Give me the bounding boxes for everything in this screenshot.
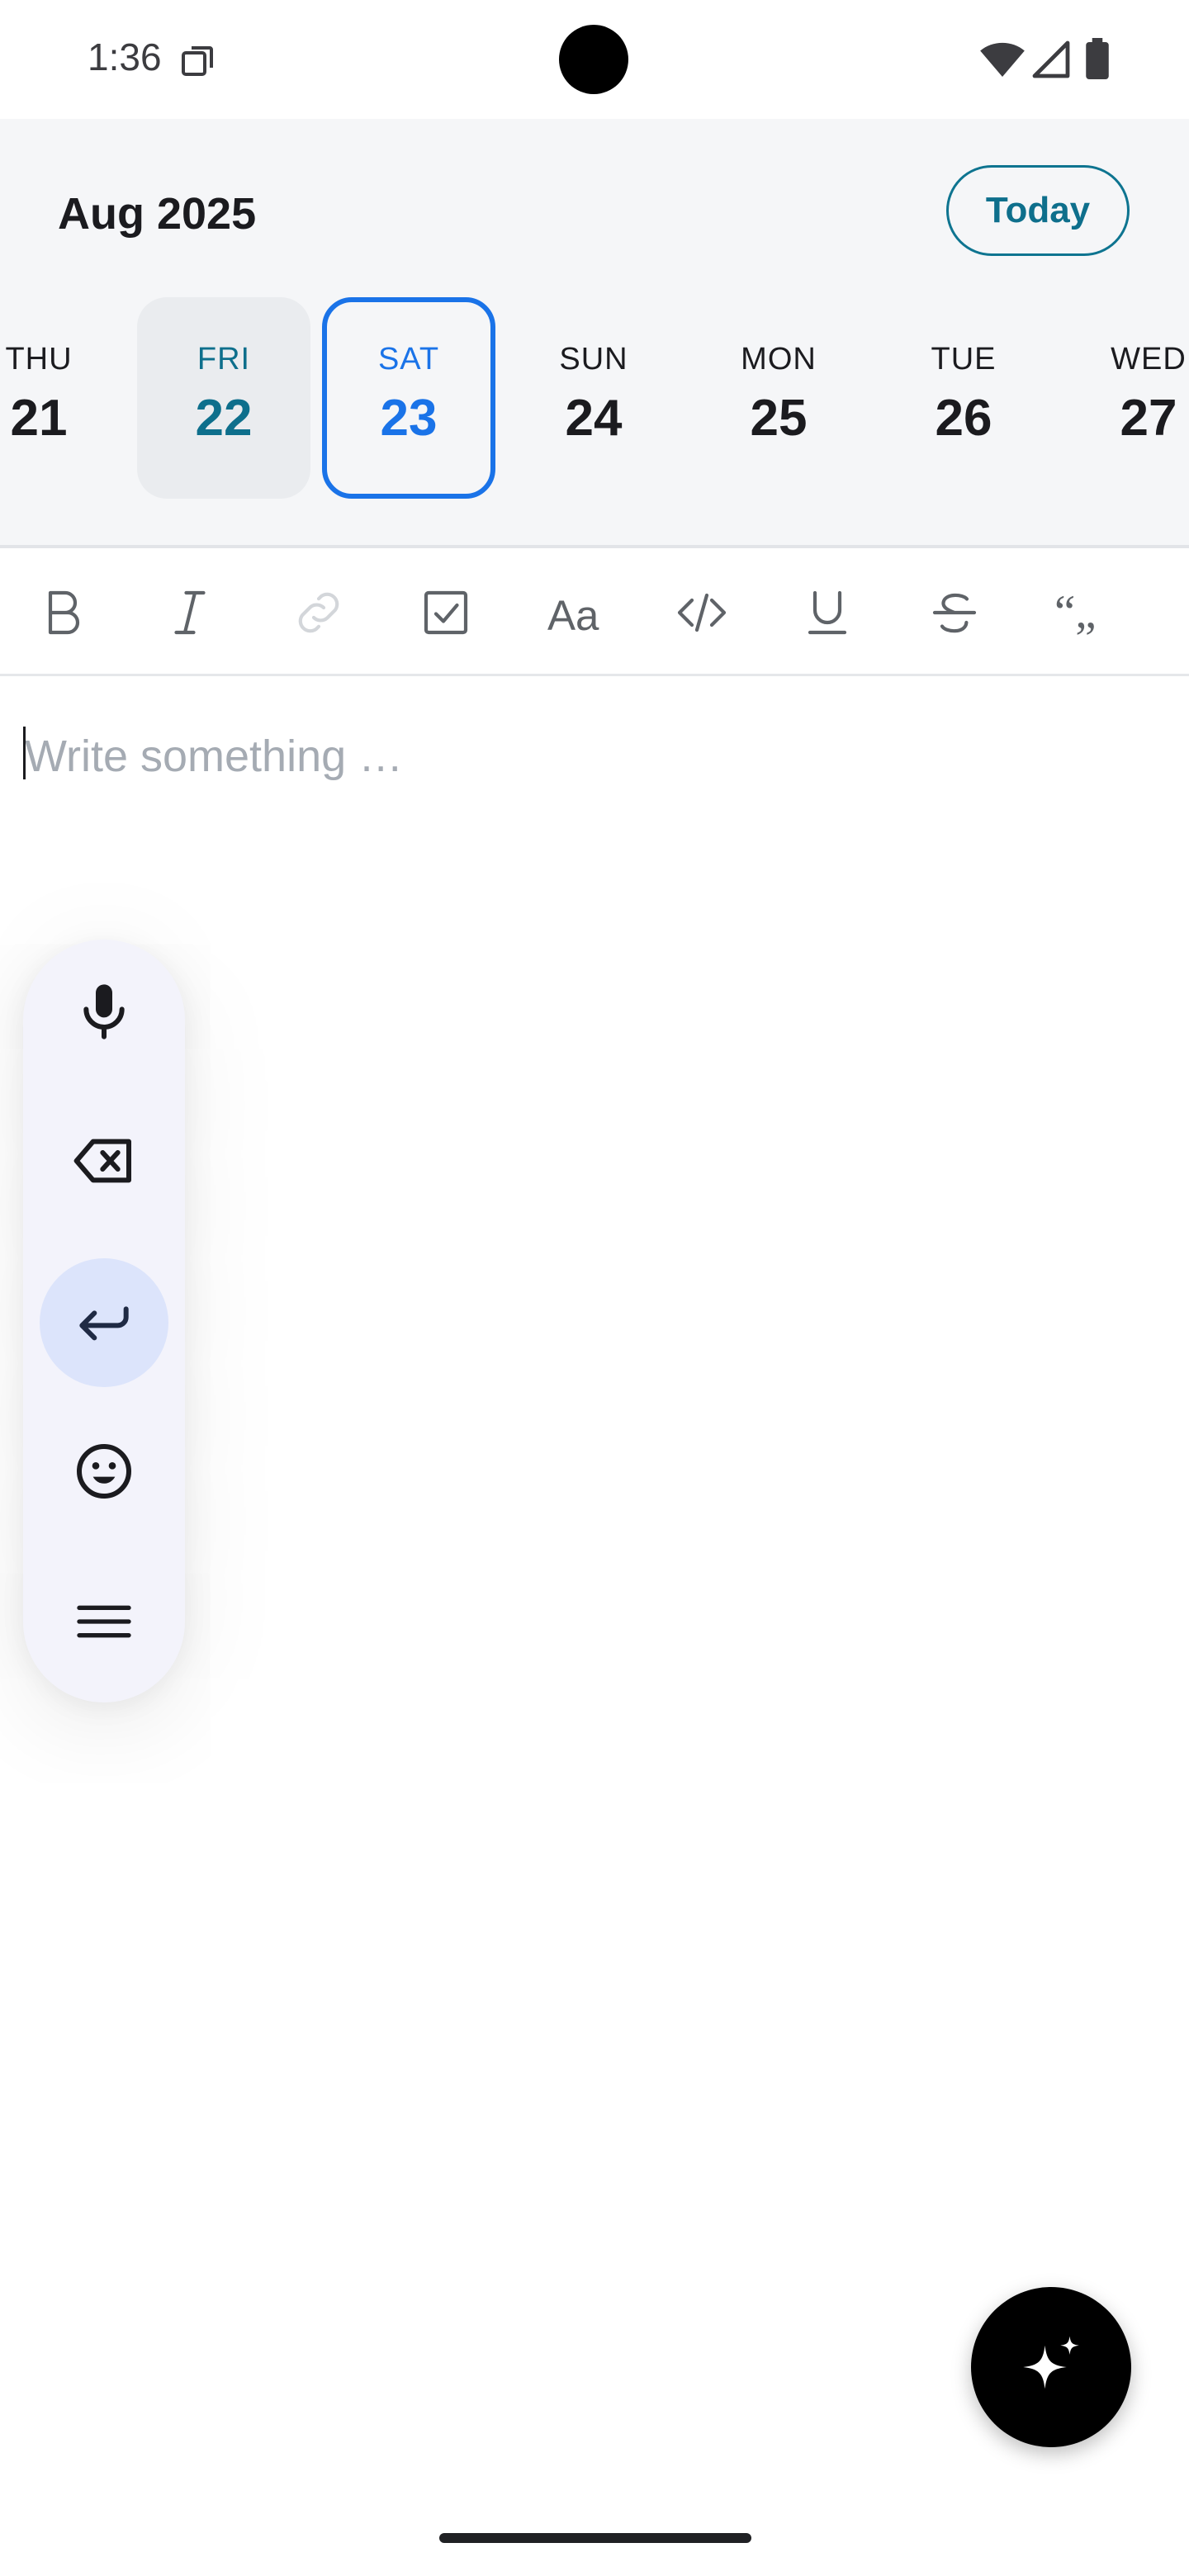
day-number: 22 — [195, 390, 253, 447]
menu-icon — [77, 1605, 131, 1638]
quote-icon: “„ — [1054, 586, 1097, 638]
voice-input-button[interactable] — [40, 946, 168, 1075]
day-strip[interactable]: THU 21 FRI 22 SAT 23 SUN 24 MON 25 TUE 2… — [0, 297, 1189, 499]
calendar-header: Aug 2025 Today THU 21 FRI 22 SAT 23 SUN … — [0, 119, 1189, 548]
day-fri-22[interactable]: FRI 22 — [137, 297, 310, 499]
underline-button[interactable] — [794, 580, 860, 646]
text-size-icon: Aa — [547, 592, 599, 639]
emoji-button[interactable] — [40, 1407, 168, 1536]
day-tue-26[interactable]: TUE 26 — [877, 297, 1050, 499]
link-icon — [298, 592, 339, 633]
quote-button[interactable]: “„ — [1049, 580, 1115, 646]
status-bar: 1:36 — [0, 0, 1189, 119]
floating-keyboard-toolbar — [23, 940, 185, 1702]
day-of-week: SAT — [377, 342, 440, 376]
day-number: 26 — [935, 390, 992, 447]
backspace-icon — [73, 1139, 131, 1183]
ai-sparkle-button[interactable] — [971, 2287, 1131, 2447]
day-of-week: SUN — [559, 342, 628, 376]
status-time: 1:36 — [88, 36, 162, 78]
menu-button[interactable] — [40, 1557, 168, 1686]
checkbox-button[interactable] — [413, 580, 479, 646]
enter-icon — [79, 1306, 129, 1341]
bold-icon — [48, 590, 80, 635]
battery-icon — [1086, 38, 1109, 79]
underline-icon — [808, 590, 847, 635]
backspace-button[interactable] — [40, 1096, 168, 1225]
italic-icon — [174, 590, 206, 635]
day-sun-24[interactable]: SUN 24 — [507, 297, 680, 499]
day-of-week: WED — [1111, 342, 1187, 376]
signal-icon — [1032, 40, 1070, 78]
link-button[interactable] — [286, 580, 352, 646]
day-mon-25[interactable]: MON 25 — [692, 297, 865, 499]
day-sat-23-selected[interactable]: SAT 23 — [322, 297, 495, 499]
enter-button[interactable] — [40, 1258, 168, 1387]
camera-cutout — [559, 25, 628, 94]
svg-text:Aa: Aa — [547, 592, 599, 639]
day-of-week: TUE — [931, 342, 997, 376]
gesture-navigation-bar[interactable] — [439, 2533, 751, 2543]
month-label: Aug 2025 — [58, 189, 257, 239]
day-number: 24 — [565, 390, 623, 447]
bold-button[interactable] — [30, 580, 96, 646]
italic-button[interactable] — [157, 580, 223, 646]
day-wed-27[interactable]: WED 27 — [1062, 297, 1189, 499]
svg-text:“„: “„ — [1054, 586, 1097, 638]
text-size-button[interactable]: Aa — [542, 580, 608, 646]
sparkle-icon — [1023, 2336, 1079, 2389]
day-number: 23 — [380, 390, 438, 447]
formatting-toolbar: Aa “„ — [0, 548, 1189, 676]
screenshot-icon — [182, 46, 213, 76]
today-button[interactable]: Today — [946, 165, 1130, 256]
wifi-icon — [980, 42, 1025, 77]
day-number: 27 — [1120, 390, 1177, 447]
checkbox-icon — [424, 590, 468, 635]
code-icon — [677, 593, 727, 632]
strikethrough-icon — [932, 593, 977, 633]
day-number: 25 — [750, 390, 808, 447]
day-of-week: THU — [5, 342, 73, 376]
microphone-icon — [83, 984, 125, 1039]
day-thu-21[interactable]: THU 21 — [0, 297, 126, 499]
day-of-week: FRI — [197, 342, 251, 376]
day-number: 21 — [10, 390, 68, 447]
emoji-icon — [77, 1444, 131, 1499]
editor-input[interactable] — [23, 718, 1166, 794]
strikethrough-button[interactable] — [921, 580, 988, 646]
code-button[interactable] — [669, 580, 735, 646]
day-of-week: MON — [741, 342, 817, 376]
text-caret — [23, 727, 26, 779]
